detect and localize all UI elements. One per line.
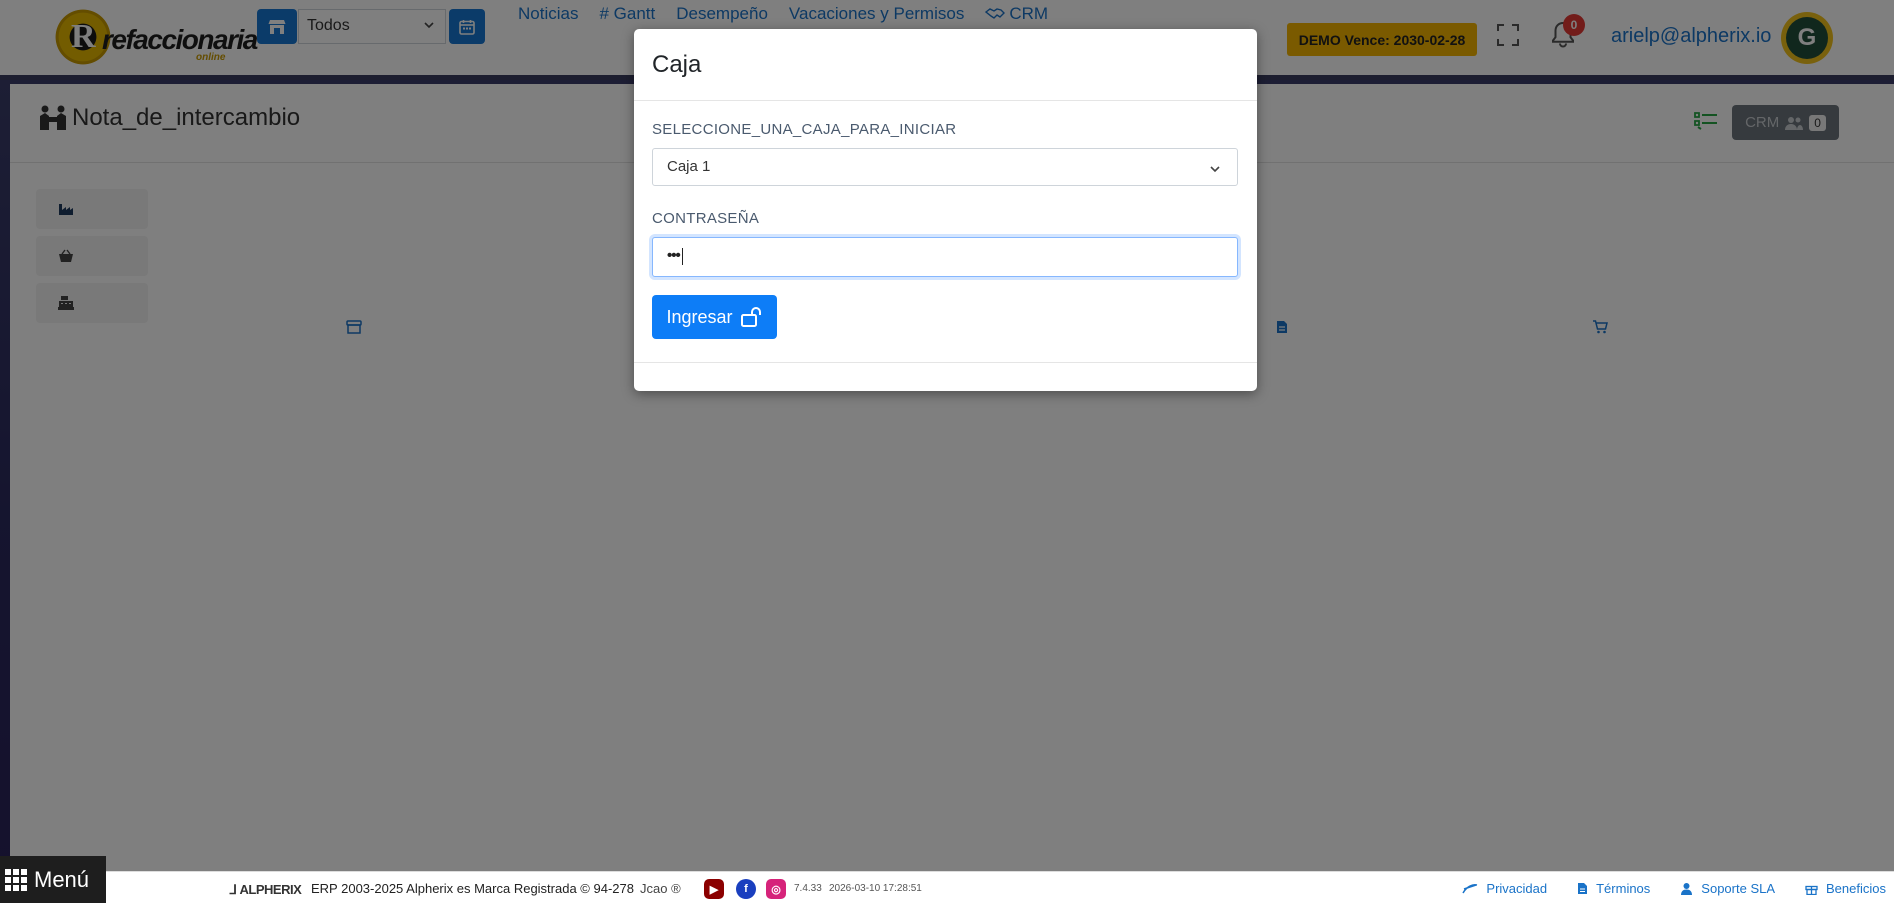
password-input[interactable]: •••	[652, 237, 1238, 277]
cash-register-select-value: Caja 1	[667, 158, 711, 175]
footer-timestamp: 2026-03-10 17:28:51	[829, 883, 922, 894]
page-footer: ᒧ ALPHERIX ERP 2003-2025 Alpherix es Mar…	[106, 871, 1894, 903]
footer-brand-text: ALPHERIX	[239, 882, 302, 897]
cash-register-select[interactable]: Caja 1	[652, 148, 1238, 186]
main-menu-label: Menú	[34, 866, 90, 892]
footer-brand: ᒧ ALPHERIX	[229, 882, 302, 897]
footer-link-terminos[interactable]: Términos	[1577, 881, 1650, 896]
youtube-icon[interactable]: ▶	[704, 879, 724, 899]
modal-title: Caja	[652, 51, 702, 78]
footer-extra: Jcao ®	[640, 881, 681, 896]
gift-icon	[1805, 885, 1818, 895]
facebook-icon[interactable]: f	[736, 879, 756, 899]
footer-link-beneficios-label: Beneficios	[1826, 881, 1886, 896]
password-label: CONTRASEÑA	[652, 210, 760, 227]
instagram-icon[interactable]: ◎	[766, 879, 786, 899]
ingresar-button-label: Ingresar	[666, 306, 733, 327]
support-user-icon	[1681, 883, 1693, 895]
chevron-down-icon	[1210, 166, 1220, 173]
footer-link-privacidad-label: Privacidad	[1486, 881, 1548, 896]
footer-links: Privacidad Términos Soporte SLA Benefici…	[1462, 881, 1886, 896]
ingresar-button[interactable]: Ingresar	[652, 295, 777, 339]
cash-register-modal: Caja SELECCIONE_UNA_CAJA_PARA_INICIAR Ca…	[634, 29, 1257, 391]
footer-link-soporte-label: Soporte SLA	[1701, 881, 1776, 896]
grid-menu-icon	[5, 868, 27, 891]
footer-link-beneficios[interactable]: Beneficios	[1805, 881, 1886, 896]
main-menu-button[interactable]: Menú	[0, 856, 106, 903]
privacy-icon	[1462, 883, 1478, 893]
select-cash-label: SELECCIONE_UNA_CAJA_PARA_INICIAR	[652, 121, 957, 138]
modal-header: Caja	[634, 29, 1257, 101]
text-caret	[681, 247, 683, 265]
document-icon	[1578, 883, 1588, 894]
password-value: •••	[667, 247, 681, 264]
modal-footer	[634, 362, 1257, 363]
footer-link-terminos-label: Términos	[1596, 881, 1651, 896]
footer-version: 7.4.33	[794, 883, 822, 894]
footer-link-privacidad[interactable]: Privacidad	[1462, 881, 1547, 896]
modal-body: SELECCIONE_UNA_CAJA_PARA_INICIAR Caja 1 …	[634, 101, 1257, 339]
unlock-icon	[740, 307, 761, 327]
footer-link-soporte[interactable]: Soporte SLA	[1680, 881, 1775, 896]
footer-copyright: ERP 2003-2025 Alpherix es Marca Registra…	[311, 881, 634, 896]
